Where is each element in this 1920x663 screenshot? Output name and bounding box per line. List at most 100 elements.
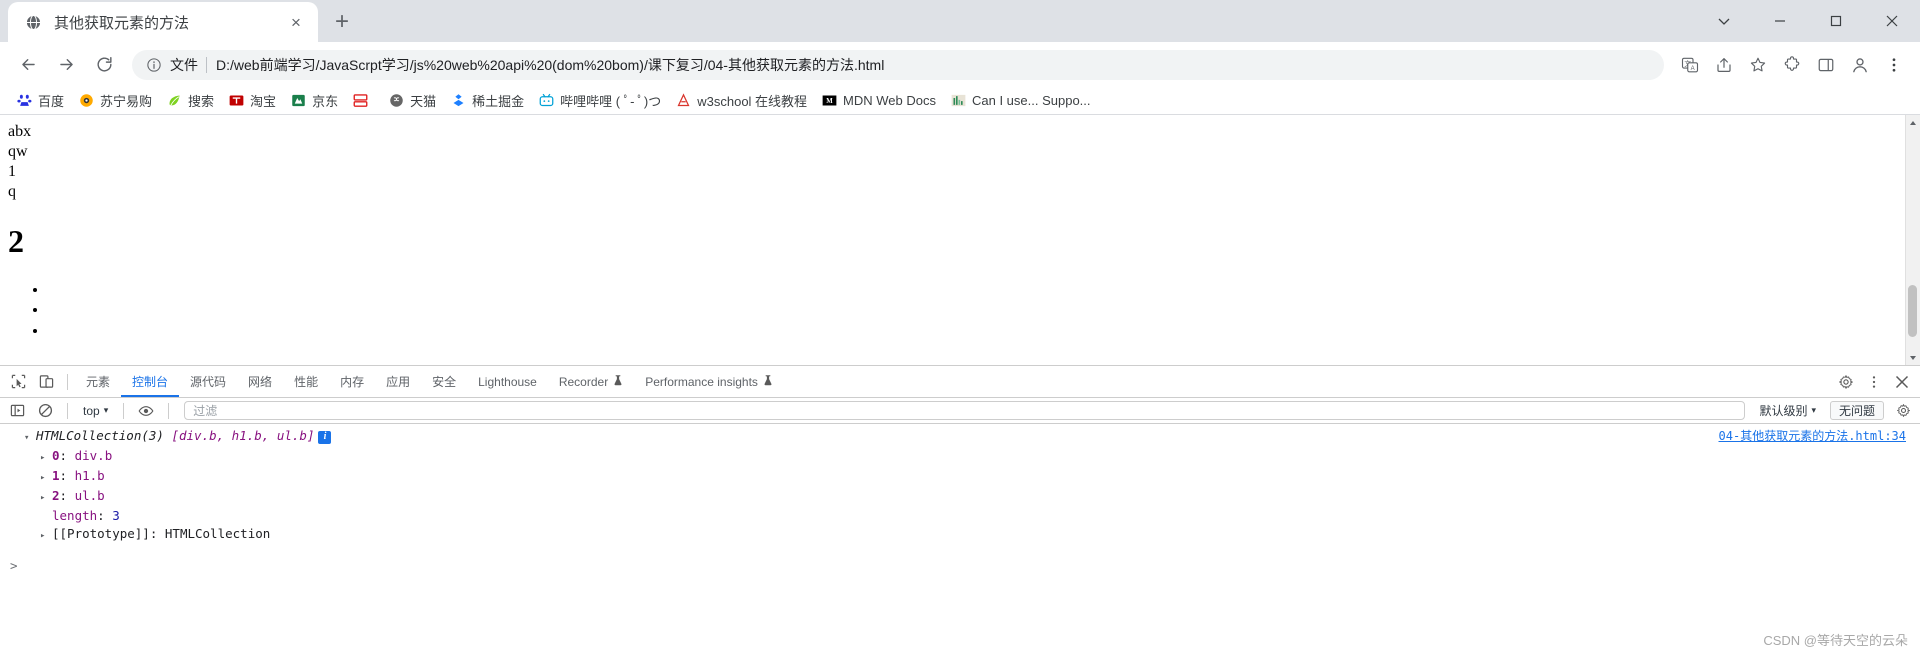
browser-tab[interactable]: 其他获取元素的方法 × <box>8 2 318 42</box>
bookmark-item[interactable]: 京东 <box>284 88 344 113</box>
console-object-property-row[interactable]: ▸ 1: h1.b <box>0 467 1920 487</box>
expand-collapse-caret-icon[interactable]: ▾ <box>24 430 34 446</box>
scrollbar-thumb[interactable] <box>1908 285 1917 337</box>
expand-caret-icon[interactable]: ▸ <box>40 490 50 506</box>
tab-label: Lighthouse <box>478 374 537 389</box>
expand-caret-icon[interactable]: ▸ <box>40 450 50 466</box>
issues-status-badge[interactable]: 无问题 <box>1829 401 1884 420</box>
scroll-up-arrow-icon[interactable] <box>1906 115 1920 130</box>
bookmark-item[interactable]: 苏宁易购 <box>72 88 158 113</box>
inspect-element-icon[interactable] <box>4 369 32 395</box>
tab-label: 控制台 <box>132 375 169 389</box>
device-toolbar-icon[interactable] <box>32 369 60 395</box>
console-message-row[interactable]: ▾ HTMLCollection(3) [div.b, h1.b, ul.b] i … <box>0 427 1920 447</box>
devtools-tabbar-actions <box>1832 369 1920 395</box>
side-panel-icon[interactable] <box>1810 49 1842 81</box>
bookmark-item[interactable]: M MDN Web Docs <box>815 90 942 112</box>
back-icon[interactable] <box>10 49 46 81</box>
list-item <box>48 322 1912 341</box>
close-icon[interactable] <box>1888 369 1916 395</box>
info-badge-icon[interactable]: i <box>318 430 332 444</box>
tmall-icon <box>388 93 404 109</box>
console-filter-input[interactable]: 过滤 <box>184 401 1746 420</box>
tab-memory[interactable]: 内存 <box>329 366 375 397</box>
console-context-selector[interactable]: top ▾ <box>77 401 114 421</box>
share-icon[interactable] <box>1708 49 1740 81</box>
tab-console[interactable]: 控制台 <box>121 366 179 397</box>
experiment-flask-icon <box>613 374 623 389</box>
tab-label: 安全 <box>432 375 457 389</box>
bookmark-item[interactable]: 稀土掘金 <box>444 88 530 113</box>
filterbar-separator <box>67 402 68 419</box>
translate-icon[interactable]: 文A <box>1674 49 1706 81</box>
property-key: 2 <box>52 488 60 503</box>
bookmark-item[interactable] <box>346 90 380 112</box>
context-label: top <box>83 403 100 418</box>
clear-console-icon[interactable] <box>32 400 58 422</box>
console-object-property-row[interactable]: ▸ 2: ul.b <box>0 487 1920 507</box>
tab-application[interactable]: 应用 <box>375 366 421 397</box>
bookmark-item[interactable]: w3school 在线教程 <box>669 88 813 113</box>
bookmark-item[interactable]: 搜索 <box>160 88 220 113</box>
bookmark-item[interactable]: 天猫 <box>382 88 442 113</box>
property-value[interactable]: div.b <box>75 448 113 463</box>
window-maximize-icon[interactable] <box>1808 0 1864 42</box>
tab-recorder[interactable]: Recorder <box>548 366 634 397</box>
console-level-selector[interactable]: 默认级别 ▾ <box>1753 400 1822 421</box>
experiment-flask-icon <box>763 374 773 389</box>
tab-sources[interactable]: 源代码 <box>179 366 237 397</box>
bookmark-item[interactable]: 百度 <box>10 88 70 113</box>
site-info-icon[interactable] <box>144 55 164 75</box>
tab-label: 应用 <box>386 375 411 389</box>
tab-search-chevron-icon[interactable] <box>1696 0 1752 42</box>
bookmark-item[interactable]: Can I use... Suppo... <box>944 90 1097 112</box>
extensions-puzzle-icon[interactable] <box>1776 49 1808 81</box>
prototype-key: [[Prototype]] <box>52 526 150 541</box>
bookmark-item[interactable]: 哔哩哔哩 ( ﾟ- ﾟ)つ <box>532 88 667 113</box>
bookmark-label: 哔哩哔哩 ( ﾟ- ﾟ)つ <box>560 94 662 109</box>
expand-caret-icon[interactable]: ▸ <box>40 470 50 486</box>
tab-elements[interactable]: 元素 <box>75 366 121 397</box>
window-minimize-icon[interactable] <box>1752 0 1808 42</box>
expand-caret-icon[interactable]: ▸ <box>40 528 50 544</box>
reload-icon[interactable] <box>86 49 122 81</box>
mdn-icon: M <box>821 93 837 109</box>
console-prototype-row[interactable]: ▸ [[Prototype]]: HTMLCollection <box>0 525 1920 545</box>
console-settings-gear-icon[interactable] <box>1890 400 1916 422</box>
console-object-property-row[interactable]: ▸ 0: div.b <box>0 447 1920 467</box>
live-expression-eye-icon[interactable] <box>133 400 159 422</box>
more-vertical-icon[interactable] <box>1860 369 1888 395</box>
forward-icon[interactable] <box>48 49 84 81</box>
page-viewport: abx qw 1 q 2 <box>0 115 1920 366</box>
chrome-menu-icon[interactable] <box>1878 49 1910 81</box>
address-bar[interactable]: 文件 D:/web前端学习/JavaScrpt学习/js%20web%20api… <box>132 49 1664 80</box>
suning-icon <box>78 93 94 109</box>
bookmark-label: 稀土掘金 <box>472 94 525 109</box>
tab-security[interactable]: 安全 <box>421 366 467 397</box>
svg-text:A: A <box>1691 65 1695 71</box>
prototype-value[interactable]: HTMLCollection <box>165 526 270 541</box>
browser-toolbar: 文件 D:/web前端学习/JavaScrpt学习/js%20web%20api… <box>0 42 1920 87</box>
property-value[interactable]: ul.b <box>75 488 105 503</box>
profile-avatar-icon[interactable] <box>1844 49 1876 81</box>
tab-label: 性能 <box>294 375 319 389</box>
bookmark-star-icon[interactable] <box>1742 49 1774 81</box>
bookmark-item[interactable]: 淘宝 <box>222 88 282 113</box>
prototype-separator: : <box>149 526 165 541</box>
gear-icon[interactable] <box>1832 369 1860 395</box>
property-value[interactable]: h1.b <box>75 468 105 483</box>
window-close-icon[interactable] <box>1864 0 1920 42</box>
console-prompt[interactable]: > <box>0 557 1920 575</box>
new-tab-button[interactable]: + <box>324 4 360 40</box>
tab-network[interactable]: 网络 <box>237 366 283 397</box>
console-sidebar-icon[interactable] <box>4 400 30 422</box>
console-source-link[interactable]: 04-其他获取元素的方法.html:34 <box>1719 428 1906 444</box>
tab-performance[interactable]: 性能 <box>283 366 329 397</box>
tab-performance-insights[interactable]: Performance insights <box>634 366 784 397</box>
page-vertical-scrollbar[interactable] <box>1905 115 1920 365</box>
scroll-down-arrow-icon[interactable] <box>1906 350 1920 365</box>
tab-lighthouse[interactable]: Lighthouse <box>467 366 548 397</box>
tab-close-icon[interactable]: × <box>284 10 308 34</box>
chevron-down-icon: ▾ <box>103 405 109 415</box>
level-label: 默认级别 <box>1759 404 1808 418</box>
